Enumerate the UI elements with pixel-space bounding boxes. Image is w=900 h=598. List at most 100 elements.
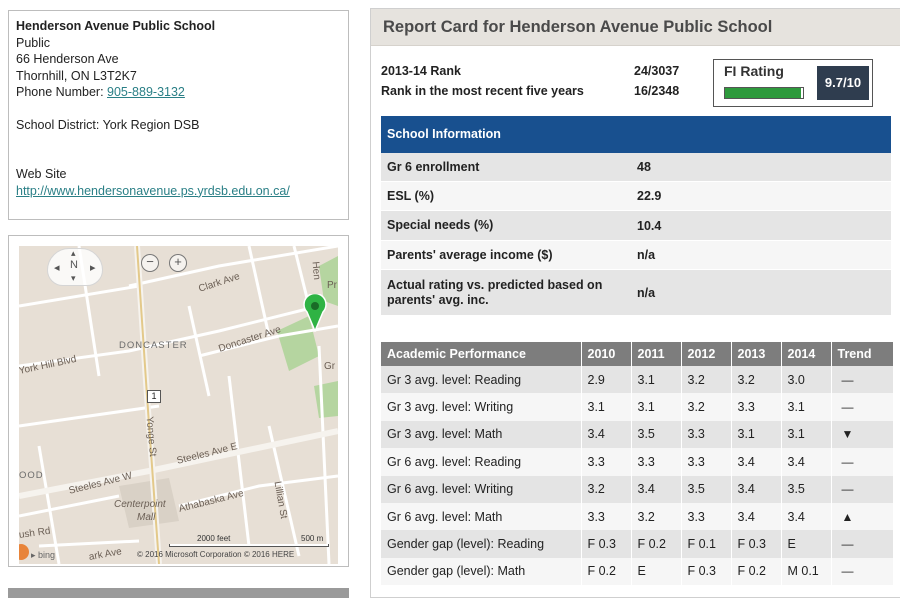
metric-value: 3.5 [780, 475, 831, 503]
trend-icon: — [830, 475, 893, 503]
compass-north: N [70, 259, 78, 271]
year-header: 2014 [780, 342, 831, 366]
metric-value: 3.4 [630, 475, 681, 503]
school-information: School Information Gr 6 enrollment 48 ESL … [381, 116, 891, 316]
metric-value: 3.3 [630, 448, 681, 476]
bing-logo: ▸ bing [31, 550, 56, 560]
fi-rating-bar-fill [725, 88, 801, 98]
zoom-out-button[interactable]: − [141, 254, 159, 272]
metric-value: 3.3 [730, 393, 781, 421]
metric-value: F 0.2 [630, 530, 681, 558]
table-row: Gr 3 avg. level: Writing 3.1 3.1 3.2 3.3 3.1— [381, 393, 893, 421]
trend-icon: — [830, 393, 893, 421]
zoom-in-button[interactable]: + [169, 254, 187, 272]
metric-name: Gr 6 avg. level: Math [381, 502, 581, 531]
pan-down-icon[interactable]: ▾ [71, 273, 76, 284]
school-district: School District: York Region DSB [16, 117, 200, 132]
scale-bar-line [169, 544, 329, 547]
academic-performance-table: Academic Performance 2010 2011 2012 2013 2014… [381, 342, 893, 586]
metric-value: 3.3 [680, 420, 731, 449]
rank5-label: Rank in the most recent five years [381, 84, 584, 98]
rank5-value: 16/2348 [634, 84, 680, 98]
info-label: Parents' average income ($) [387, 247, 553, 262]
metric-value: 3.3 [580, 502, 631, 531]
report-card: Report Card for Henderson Avenue Public … [370, 8, 900, 598]
metric-name: Gr 3 avg. level: Writing [381, 393, 581, 421]
trend-icon: — [830, 448, 893, 476]
info-value: 10.4 [637, 218, 662, 233]
map-roads [19, 246, 338, 564]
report-card-title: Report Card for Henderson Avenue Public … [371, 9, 900, 46]
metric-value: 3.5 [680, 475, 731, 503]
info-label: Special needs (%) [387, 218, 494, 232]
metric-value: 3.3 [580, 448, 631, 476]
metric-value: 3.1 [730, 420, 781, 449]
fi-rating-box: FI Rating 9.7/10 [713, 59, 873, 107]
metric-value: F 0.3 [680, 557, 731, 586]
metric-value: F 0.2 [730, 557, 781, 586]
map-label-mall: Mall [137, 512, 156, 523]
metric-value: 3.1 [630, 393, 681, 421]
fi-rating-score: 9.7/10 [817, 66, 869, 100]
map-view[interactable]: ◂ N ▸ ▴ ▾ − + Clark Ave DONCASTER Doncas… [19, 246, 338, 564]
metric-value: F 0.1 [680, 530, 731, 558]
map-label-doncaster-town: DONCASTER [119, 340, 188, 351]
pan-right-icon[interactable]: ▸ [90, 261, 96, 274]
academic-header-row: Academic Performance 2010 2011 2012 2013 2014… [381, 342, 893, 366]
metric-value: 2.9 [580, 366, 631, 394]
table-row: Gr 6 avg. level: Writing 3.2 3.4 3.5 3.4 3.5— [381, 475, 893, 503]
metric-name: Gr 3 avg. level: Reading [381, 366, 581, 394]
metric-name: Gr 6 avg. level: Reading [381, 448, 581, 476]
pan-left-icon[interactable]: ◂ [54, 261, 60, 274]
school-city: Thornhill, ON L3T2K7 [16, 68, 137, 83]
scale-meters: 500 m [301, 534, 324, 543]
map-label-ood: OOD [19, 470, 44, 481]
academic-performance-header: Academic Performance [381, 342, 581, 366]
metric-name: Gr 6 avg. level: Writing [381, 475, 581, 503]
fi-rating-bar [724, 87, 804, 99]
metric-value: 3.4 [580, 420, 631, 449]
trend-icon: — [830, 530, 893, 558]
info-value: 48 [637, 160, 651, 174]
metric-value: 3.1 [630, 366, 681, 394]
info-row: Parents' average income ($) n/a [381, 241, 891, 270]
map-label-gr: Gr [324, 361, 336, 372]
phone-label: Phone Number: [16, 85, 108, 99]
year-header: 2010 [580, 342, 631, 366]
map-card: ◂ N ▸ ▴ ▾ − + Clark Ave DONCASTER Doncas… [8, 235, 349, 567]
table-row: Gr 6 avg. level: Reading 3.3 3.3 3.3 3.4 3.4— [381, 448, 893, 476]
info-row: Gr 6 enrollment 48 [381, 153, 891, 182]
phone-line: Phone Number: 905-889-3132 [16, 84, 341, 101]
school-location-pin-icon[interactable] [303, 294, 327, 332]
rank-label: 2013-14 Rank [381, 64, 461, 78]
info-label: ESL (%) [387, 188, 434, 203]
website-label: Web Site [16, 167, 67, 181]
metric-value: 3.3 [680, 448, 731, 476]
info-value: n/a [637, 285, 656, 300]
table-row: Gr 6 avg. level: Math 3.3 3.2 3.3 3.4 3.4 ▲ [381, 502, 893, 531]
metric-value: 3.4 [780, 502, 831, 531]
pan-up-icon[interactable]: ▴ [71, 248, 76, 259]
metric-value: 3.0 [780, 366, 831, 394]
map-pan-control[interactable]: ◂ N ▸ ▴ ▾ [47, 248, 103, 286]
academic-body: Gr 3 avg. level: Reading 2.9 3.1 3.2 3.2 3.0—… [381, 366, 893, 586]
route-1-shield: 1 [147, 390, 161, 403]
info-label: Actual rating vs. predicted based on par… [387, 277, 603, 307]
info-row: ESL (%) 22.9 [381, 182, 891, 211]
year-header: 2011 [630, 342, 681, 366]
info-label: Gr 6 enrollment [387, 159, 480, 174]
metric-name: Gender gap (level): Math [381, 557, 581, 586]
table-row: Gr 3 avg. level: Math 3.4 3.5 3.3 3.1 3.1 ▼ [381, 420, 893, 449]
metric-value: 3.2 [580, 475, 631, 503]
phone-link[interactable]: 905-889-3132 [107, 85, 185, 99]
school-name: Henderson Avenue Public School [16, 19, 216, 33]
metric-value: F 0.3 [730, 530, 781, 558]
website-link[interactable]: http://www.hendersonavenue.ps.yrdsb.edu.… [16, 184, 290, 198]
map-copyright: © 2016 Microsoft Corporation © 2016 HERE [137, 550, 295, 559]
school-street: 66 Henderson Ave [16, 52, 119, 66]
rank-value: 24/3037 [634, 64, 680, 78]
year-header: 2012 [680, 342, 731, 366]
metric-value: F 0.3 [580, 530, 631, 558]
metric-value: 3.1 [780, 393, 831, 421]
trend-icon: ▲ [830, 502, 893, 531]
